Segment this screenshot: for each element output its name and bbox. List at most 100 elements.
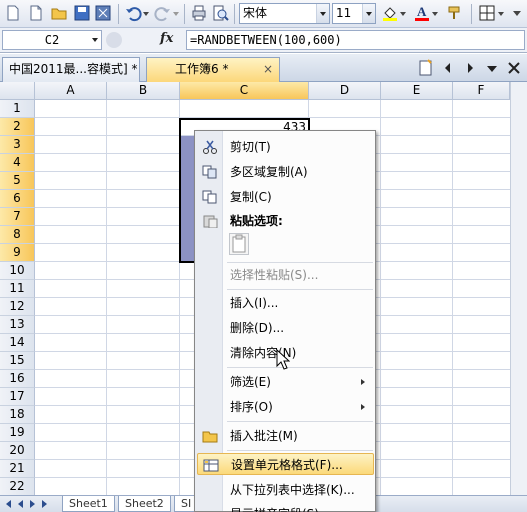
chevron-down-icon[interactable] xyxy=(92,38,98,42)
fx-icon[interactable]: fx xyxy=(160,31,173,46)
undo-icon[interactable] xyxy=(124,4,142,22)
font-name-value: 宋体 xyxy=(243,6,268,20)
borders-dropdown-icon[interactable] xyxy=(497,4,505,22)
row-header-9[interactable]: 9 xyxy=(0,244,35,262)
tab-list-dropdown-icon[interactable] xyxy=(482,58,502,78)
print-icon[interactable] xyxy=(190,4,208,22)
chevron-down-icon[interactable] xyxy=(362,4,375,23)
toolbar-separator xyxy=(184,4,185,24)
save-as-icon[interactable] xyxy=(94,4,112,22)
redo-icon[interactable] xyxy=(154,4,172,22)
sheet-tab-1[interactable]: Sheet1 xyxy=(62,496,115,512)
menu-item-label: 粘贴选项: xyxy=(230,214,283,228)
menu-item-cut[interactable]: 剪切(T) xyxy=(195,136,375,158)
menu-item-label: 筛选(E) xyxy=(230,375,271,389)
row-header-8[interactable]: 8 xyxy=(0,226,35,244)
more-options-icon[interactable] xyxy=(510,4,524,22)
prev-sheet-icon[interactable] xyxy=(18,500,23,508)
cancel-circle-icon[interactable] xyxy=(106,32,122,48)
font-size-combo[interactable]: 11 xyxy=(332,3,376,24)
menu-item-delete[interactable]: 删除(D)... xyxy=(195,317,375,339)
menu-item-paste-special[interactable]: 选择性粘贴(S)... xyxy=(195,264,375,286)
row-header-14[interactable]: 14 xyxy=(0,334,35,352)
row-header-11[interactable]: 11 xyxy=(0,280,35,298)
row-header-18[interactable]: 18 xyxy=(0,406,35,424)
menu-item-insert[interactable]: 插入(I)... xyxy=(195,292,375,314)
document-tabs: 中国2011最...容模式] * 工作簿6 * × xyxy=(0,54,527,82)
multi-copy-icon xyxy=(202,165,217,179)
column-header-b[interactable]: B xyxy=(107,82,180,100)
doc-tab-1[interactable]: 中国2011最...容模式] * xyxy=(2,57,140,82)
row-header-13[interactable]: 13 xyxy=(0,316,35,334)
font-size-value: 11 xyxy=(336,6,352,20)
menu-item-multi-copy[interactable]: 多区域复制(A) xyxy=(195,161,375,183)
font-color-icon[interactable]: A xyxy=(413,4,431,22)
new-document-icon[interactable] xyxy=(4,4,22,22)
font-color-dropdown-icon[interactable] xyxy=(431,4,439,22)
row-header-15[interactable]: 15 xyxy=(0,352,35,370)
column-header-c[interactable]: C xyxy=(180,82,309,100)
format-painter-icon[interactable] xyxy=(446,4,464,22)
menu-separator xyxy=(227,262,373,263)
blank-page-icon[interactable] xyxy=(27,4,45,22)
row-header-10[interactable]: 10 xyxy=(0,262,35,280)
row-header-4[interactable]: 4 xyxy=(0,154,35,172)
menu-item-label: 剪切(T) xyxy=(230,140,271,154)
row-header-1[interactable]: 1 xyxy=(0,100,35,118)
fill-color-icon[interactable] xyxy=(381,4,399,22)
row-header-6[interactable]: 6 xyxy=(0,190,35,208)
last-sheet-icon[interactable] xyxy=(42,500,47,508)
menu-item-label: 多区域复制(A) xyxy=(230,165,308,179)
row-header-17[interactable]: 17 xyxy=(0,388,35,406)
close-icon[interactable]: × xyxy=(263,58,273,81)
row-header-22[interactable]: 22 xyxy=(0,478,35,496)
formula-bar: C2 fx =RANDBETWEEN(100,600) xyxy=(0,28,527,53)
close-window-icon[interactable] xyxy=(504,58,524,78)
sheet-tab-2[interactable]: Sheet2 xyxy=(118,496,171,512)
menu-item-show-phonetic[interactable]: 显示拼音字段(S) xyxy=(195,503,375,512)
chevron-down-icon[interactable] xyxy=(316,4,329,23)
row-header-19[interactable]: 19 xyxy=(0,424,35,442)
open-folder-icon[interactable] xyxy=(50,4,68,22)
paste-option-icon[interactable] xyxy=(229,233,249,255)
undo-dropdown-icon[interactable] xyxy=(142,4,150,22)
save-icon[interactable] xyxy=(73,4,91,22)
tab-scroll-left-icon[interactable] xyxy=(438,58,458,78)
row-header-7[interactable]: 7 xyxy=(0,208,35,226)
menu-item-filter[interactable]: 筛选(E) xyxy=(195,371,375,393)
menu-item-insert-comment[interactable]: 插入批注(M) xyxy=(195,425,375,447)
menu-item-copy[interactable]: 复制(C) xyxy=(195,186,375,208)
menu-separator xyxy=(227,421,373,422)
next-sheet-icon[interactable] xyxy=(30,500,35,508)
formula-input[interactable]: =RANDBETWEEN(100,600) xyxy=(186,30,525,50)
select-all-corner[interactable] xyxy=(0,82,35,100)
row-header-5[interactable]: 5 xyxy=(0,172,35,190)
row-header-2[interactable]: 2 xyxy=(0,118,35,136)
vertical-scrollbar[interactable] xyxy=(510,82,527,495)
font-name-combo[interactable]: 宋体 xyxy=(239,3,330,24)
menu-item-label: 显示拼音字段(S) xyxy=(230,503,319,512)
column-header-f[interactable]: F xyxy=(453,82,510,100)
row-header-21[interactable]: 21 xyxy=(0,460,35,478)
column-header-d[interactable]: D xyxy=(309,82,381,100)
new-tab-icon[interactable] xyxy=(416,58,436,78)
tab-scroll-right-icon[interactable] xyxy=(460,58,480,78)
row-header-3[interactable]: 3 xyxy=(0,136,35,154)
column-header-e[interactable]: E xyxy=(381,82,453,100)
format-cells-icon xyxy=(203,459,219,472)
menu-item-format-cells[interactable]: 设置单元格格式(F)... xyxy=(197,453,374,475)
row-header-12[interactable]: 12 xyxy=(0,298,35,316)
menu-item-pick-from-list[interactable]: 从下拉列表中选择(K)... xyxy=(195,479,375,501)
redo-dropdown-icon[interactable] xyxy=(172,4,180,22)
borders-icon[interactable] xyxy=(478,4,496,22)
print-preview-icon[interactable] xyxy=(211,4,229,22)
row-header-16[interactable]: 16 xyxy=(0,370,35,388)
doc-tab-2[interactable]: 工作簿6 * × xyxy=(146,57,280,82)
row-header-20[interactable]: 20 xyxy=(0,442,35,460)
name-box[interactable]: C2 xyxy=(2,30,102,50)
first-sheet-icon[interactable] xyxy=(6,500,11,508)
fill-color-dropdown-icon[interactable] xyxy=(399,4,407,22)
submenu-arrow-icon xyxy=(361,379,365,385)
menu-item-sort[interactable]: 排序(O) xyxy=(195,396,375,418)
column-header-a[interactable]: A xyxy=(35,82,107,100)
